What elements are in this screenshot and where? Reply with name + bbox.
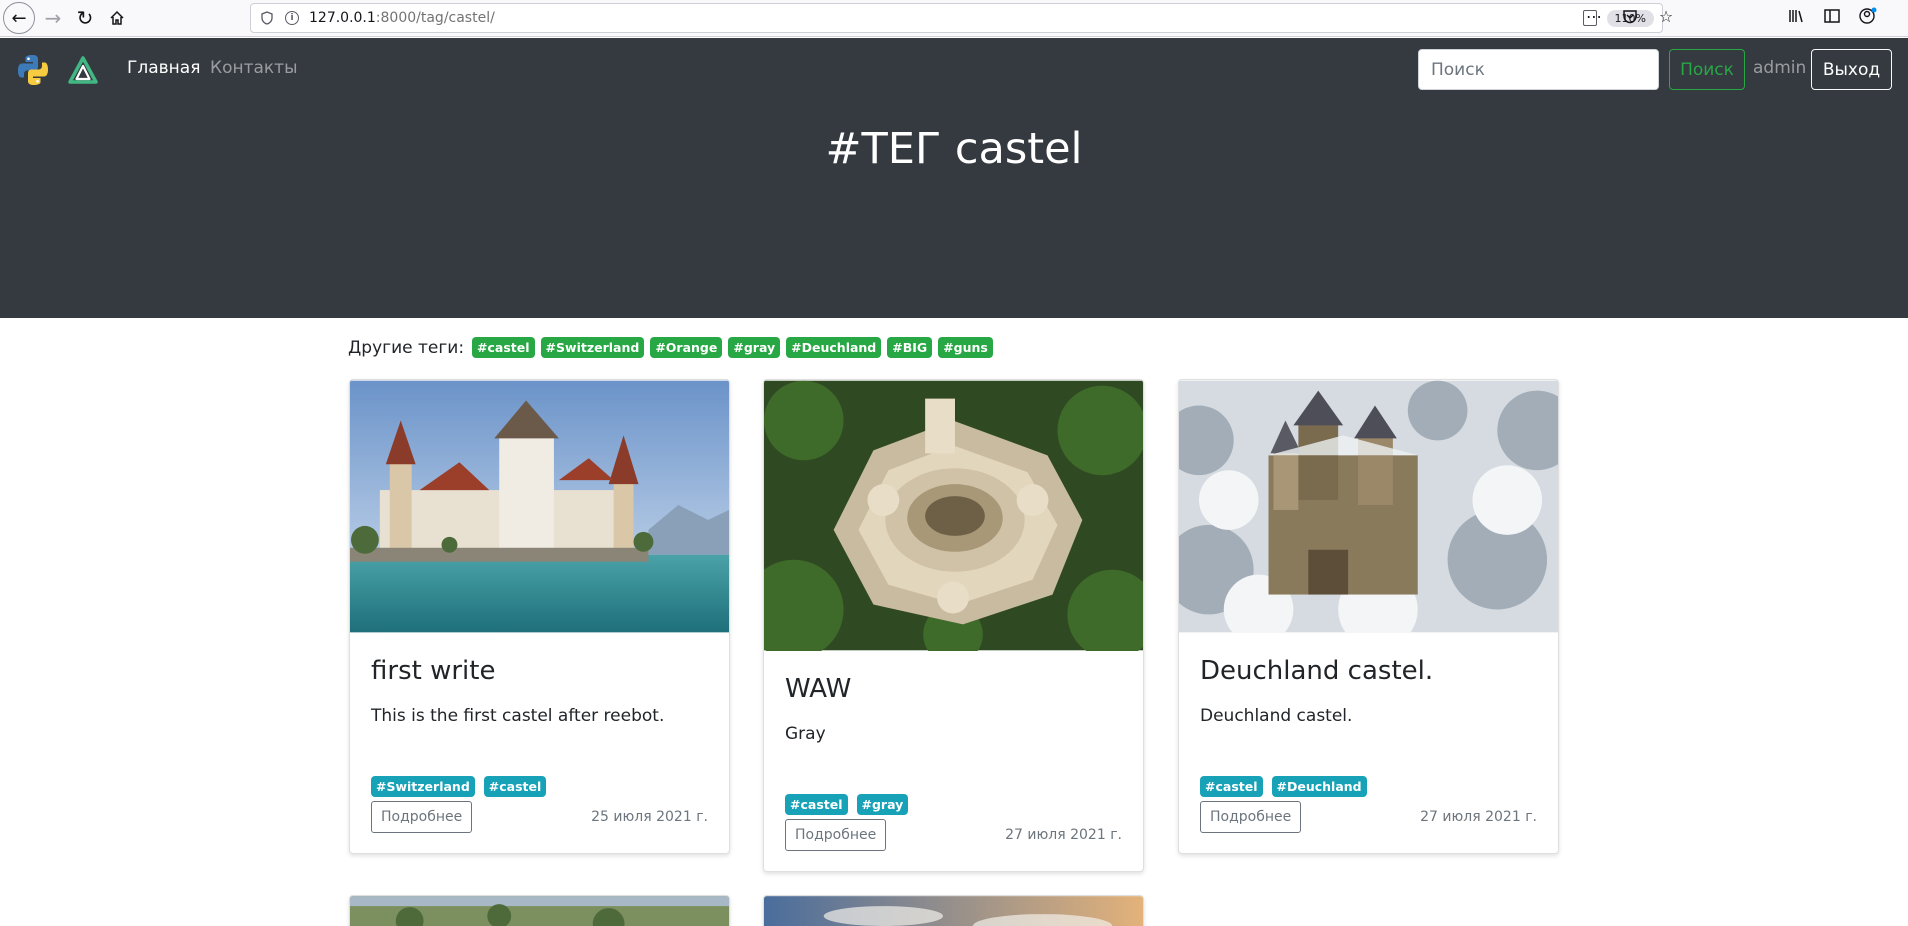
card-text: Deuchland castel. [1200,706,1353,726]
other-tags: Другие теги: #castel #Switzerland #Orang… [348,337,993,358]
post-card: first write This is the first castel aft… [349,379,730,854]
post-date: 27 июля 2021 г. [1420,809,1537,825]
post-card [763,895,1144,926]
user-name-link[interactable]: admin [1753,58,1806,78]
site-navbar: Главная Контакты Поиск admin Выход [0,38,1908,102]
nav-contacts-link[interactable]: Контакты [210,58,298,78]
tag-badge[interactable]: #Orange [650,337,723,358]
tag-badge[interactable]: #Switzerland [371,776,475,797]
card-text: Gray [785,724,826,744]
nav-home-link[interactable]: Главная [127,58,200,78]
post-card: WAW Gray #castel #gray Подробнее 27 июля… [763,379,1144,872]
triangle-logo-icon[interactable] [68,56,98,84]
card-image[interactable] [350,380,729,633]
card-title: first write [371,656,496,686]
tag-badge[interactable]: #Deuchland [1271,776,1367,797]
post-date: 25 июля 2021 г. [591,809,708,825]
other-tags-label: Другие теги: [348,337,465,358]
browser-tools [1785,5,1879,27]
back-icon[interactable]: ← [3,2,35,34]
details-button[interactable]: Подробнее [1200,801,1302,833]
card-image[interactable] [764,896,1143,926]
home-icon[interactable] [102,4,132,32]
tag-badge[interactable]: #gray [856,794,909,815]
tag-badge[interactable]: #castel [785,794,848,815]
card-body: WAW Gray #castel #gray Подробнее 27 июля… [764,651,1143,871]
card-image[interactable] [1179,380,1558,633]
python-logo-icon[interactable] [16,53,50,87]
address-bar[interactable]: i 127.0.0.1:8000/tag/castel/ 110% [250,3,1663,33]
card-body: first write This is the first castel aft… [350,633,729,853]
page-actions: ⋯ ☆ [1583,5,1677,27]
tag-badge[interactable]: #castel [1200,776,1263,797]
card-body: Deuchland castel. Deuchland castel. #cas… [1179,633,1558,853]
bookmark-star-icon[interactable]: ☆ [1655,5,1677,27]
page-title: #ТЕГ castel [825,124,1083,174]
card-image[interactable] [350,896,729,926]
card-image[interactable] [764,380,1143,651]
tag-badge[interactable]: #gray [728,337,781,358]
reload-icon[interactable]: ↻ [70,4,100,32]
pocket-icon[interactable] [1619,5,1641,27]
more-actions-icon[interactable]: ⋯ [1583,5,1605,27]
tag-badge[interactable]: #guns [938,337,993,358]
tag-badge[interactable]: #castel [472,337,535,358]
search-input[interactable] [1418,49,1659,90]
browser-toolbar: ← → ↻ i 127.0.0.1:8000/tag/castel/ 110% … [0,0,1908,37]
post-card: Deuchland castel. Deuchland castel. #cas… [1178,379,1559,854]
card-tags: #Switzerland #castel [371,776,708,797]
post-date: 27 июля 2021 г. [1005,827,1122,843]
tag-badge[interactable]: #Switzerland [540,337,645,358]
search-button[interactable]: Поиск [1669,49,1745,90]
sidebar-icon[interactable] [1821,5,1843,27]
card-title: Deuchland castel. [1200,656,1434,686]
site-info-icon[interactable]: i [285,11,299,25]
post-card [349,895,730,926]
url-text: 127.0.0.1:8000/tag/castel/ [309,10,495,26]
forward-icon[interactable]: → [38,4,68,32]
account-icon[interactable] [1857,5,1879,27]
card-text: This is the first castel after reebot. [371,706,665,726]
logout-button[interactable]: Выход [1811,49,1892,90]
details-button[interactable]: Подробнее [785,819,887,851]
tracking-shield-icon[interactable] [259,10,275,26]
details-button[interactable]: Подробнее [371,801,473,833]
tag-badge[interactable]: #Deuchland [786,337,882,358]
library-icon[interactable] [1785,5,1807,27]
hero-banner: #ТЕГ castel [0,102,1908,318]
card-tags: #castel #Deuchland [1200,776,1537,797]
card-title: WAW [785,674,852,704]
tag-badge[interactable]: #castel [483,776,547,797]
card-tags: #castel #gray [785,794,1122,815]
tag-badge[interactable]: #BIG [887,337,933,358]
